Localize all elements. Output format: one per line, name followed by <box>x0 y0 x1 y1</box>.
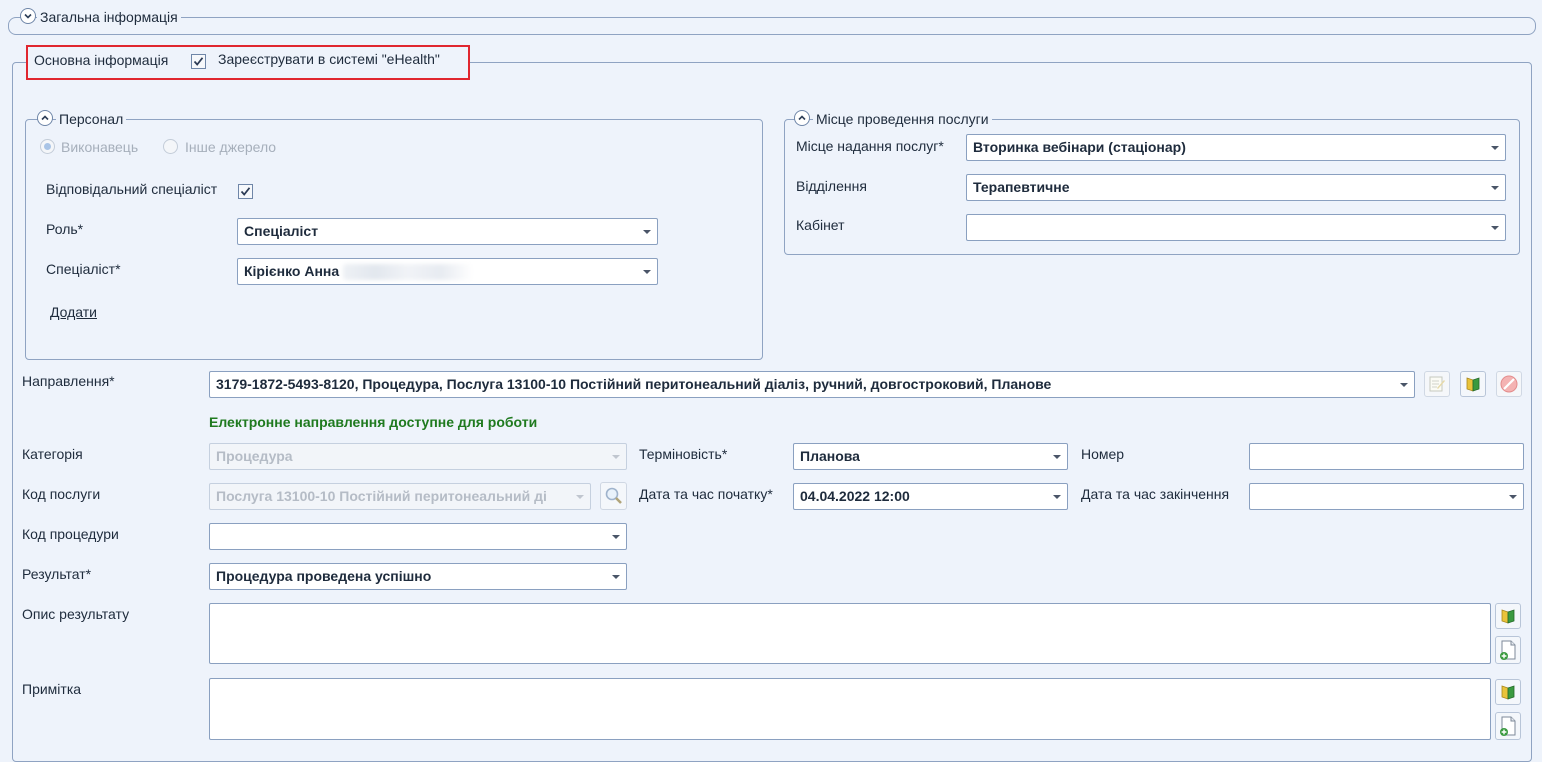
redacted-name <box>343 264 474 281</box>
referral-label: Направлення* <box>22 373 115 389</box>
end-datetime-combo[interactable] <box>1249 483 1524 510</box>
urgency-value: Планова <box>800 448 860 464</box>
radio-executor-label: Виконавець <box>61 139 139 155</box>
dropdown-arrow-icon[interactable] <box>1051 444 1063 469</box>
dropdown-arrow-icon[interactable] <box>610 564 622 589</box>
dropdown-arrow-icon[interactable] <box>1507 484 1519 509</box>
book-icon <box>1501 609 1515 624</box>
dropdown-arrow-icon <box>610 444 622 469</box>
general-section-frame <box>8 17 1536 35</box>
result-description-textarea[interactable] <box>209 603 1491 664</box>
procedure-code-combo[interactable] <box>209 523 627 550</box>
category-combo: Процедура <box>209 443 627 470</box>
start-datetime-label: Дата та час початку* <box>639 486 773 502</box>
general-section-title: Загальна інформація <box>37 8 181 26</box>
radio-executor[interactable] <box>40 139 55 154</box>
role-value: Спеціаліст <box>244 223 319 239</box>
result-combo[interactable]: Процедура проведена успішно <box>209 563 627 590</box>
place-combo[interactable]: Вторинка вебінари (стаціонар) <box>966 134 1506 161</box>
dropdown-arrow-icon[interactable] <box>1489 135 1501 160</box>
result-value: Процедура проведена успішно <box>216 568 432 584</box>
edit-referral-button[interactable] <box>1424 371 1450 397</box>
cancel-referral-button[interactable] <box>1496 371 1522 397</box>
chevron-up-icon <box>41 115 49 121</box>
role-label: Роль* <box>46 221 84 237</box>
service-code-value: Послуга 13100-10 Постійний перитонеальни… <box>216 488 547 504</box>
category-label: Категорія <box>22 446 83 462</box>
department-combo[interactable]: Терапевтичне <box>966 174 1506 201</box>
dropdown-arrow-icon[interactable] <box>1489 215 1501 240</box>
service-code-label: Код послуги <box>22 486 101 502</box>
referral-combo[interactable]: 3179-1872-5493-8120, Процедура, Послуга … <box>209 371 1415 398</box>
category-value: Процедура <box>216 448 293 464</box>
dropdown-arrow-icon[interactable] <box>1398 372 1410 397</box>
note-book-button[interactable] <box>1495 679 1521 705</box>
radio-other-source[interactable] <box>163 139 178 154</box>
cabinet-combo[interactable] <box>966 214 1506 241</box>
add-link[interactable]: Додати <box>50 303 97 321</box>
referral-status: Електронне направлення доступне для робо… <box>209 414 538 430</box>
note-label: Примітка <box>22 681 82 697</box>
number-label: Номер <box>1081 446 1125 462</box>
edit-note-icon <box>1429 376 1445 392</box>
result-description-book-button[interactable] <box>1495 603 1521 629</box>
dropdown-arrow-icon[interactable] <box>641 219 653 244</box>
specialist-value: Кірієнко Анна <box>244 263 340 279</box>
specialist-combo[interactable]: Кірієнко Анна <box>237 258 658 285</box>
responsible-specialist-checkbox[interactable] <box>238 184 253 199</box>
end-datetime-label: Дата та час закінчення <box>1081 486 1230 502</box>
dropdown-arrow-icon <box>574 484 586 509</box>
responsible-specialist-label: Відповідальний спеціаліст <box>46 181 218 197</box>
start-datetime-value: 04.04.2022 12:00 <box>800 488 910 504</box>
service-search-button[interactable] <box>600 482 627 510</box>
place-value: Вторинка вебінари (стаціонар) <box>973 139 1186 155</box>
start-datetime-combo[interactable]: 04.04.2022 12:00 <box>793 483 1068 510</box>
magnifier-icon <box>605 487 622 504</box>
referral-book-button[interactable] <box>1460 371 1486 397</box>
ehealth-checkbox[interactable] <box>191 54 206 69</box>
urgency-label: Терміновість* <box>639 446 728 462</box>
radio-other-source-label: Інше джерело <box>185 139 277 155</box>
dropdown-arrow-icon[interactable] <box>610 524 622 549</box>
chevron-down-icon <box>24 13 32 19</box>
location-collapse-toggle[interactable] <box>794 110 810 126</box>
add-document-icon <box>1500 640 1516 660</box>
service-code-combo: Послуга 13100-10 Постійний перитонеальни… <box>209 483 591 510</box>
cabinet-label: Кабінет <box>796 217 845 233</box>
department-value: Терапевтичне <box>973 179 1070 195</box>
department-label: Відділення <box>796 178 867 194</box>
urgency-combo[interactable]: Планова <box>793 443 1068 470</box>
dropdown-arrow-icon[interactable] <box>1051 484 1063 509</box>
chevron-up-icon <box>798 115 806 121</box>
add-document-icon <box>1500 716 1516 736</box>
personnel-title: Персонал <box>56 110 127 128</box>
book-icon <box>1501 685 1515 700</box>
specialist-label: Спеціаліст* <box>46 261 121 277</box>
role-combo[interactable]: Спеціаліст <box>237 218 658 245</box>
note-textarea[interactable] <box>209 678 1491 740</box>
procedure-code-label: Код процедури <box>22 526 119 542</box>
referral-value: 3179-1872-5493-8120, Процедура, Послуга … <box>216 376 1052 392</box>
dropdown-arrow-icon[interactable] <box>641 259 653 284</box>
note-add-doc-button[interactable] <box>1495 712 1521 740</box>
ehealth-label: Зареєструвати в системі "eHealth" <box>218 51 440 67</box>
general-collapse-toggle[interactable] <box>20 8 36 24</box>
dropdown-arrow-icon[interactable] <box>1489 175 1501 200</box>
tab-main-info[interactable]: Основна інформація <box>34 51 168 69</box>
result-description-add-doc-button[interactable] <box>1495 636 1521 664</box>
result-label: Результат* <box>22 566 92 582</box>
location-title: Місце проведення послуги <box>813 110 992 128</box>
number-input[interactable] <box>1249 443 1524 470</box>
cancel-icon <box>1500 375 1518 393</box>
book-icon <box>1466 377 1480 392</box>
result-description-label: Опис результату <box>22 606 130 622</box>
place-label: Місце надання послуг* <box>796 138 944 154</box>
checkmark-icon <box>193 57 204 66</box>
personnel-collapse-toggle[interactable] <box>37 110 53 126</box>
checkmark-icon <box>240 187 251 196</box>
